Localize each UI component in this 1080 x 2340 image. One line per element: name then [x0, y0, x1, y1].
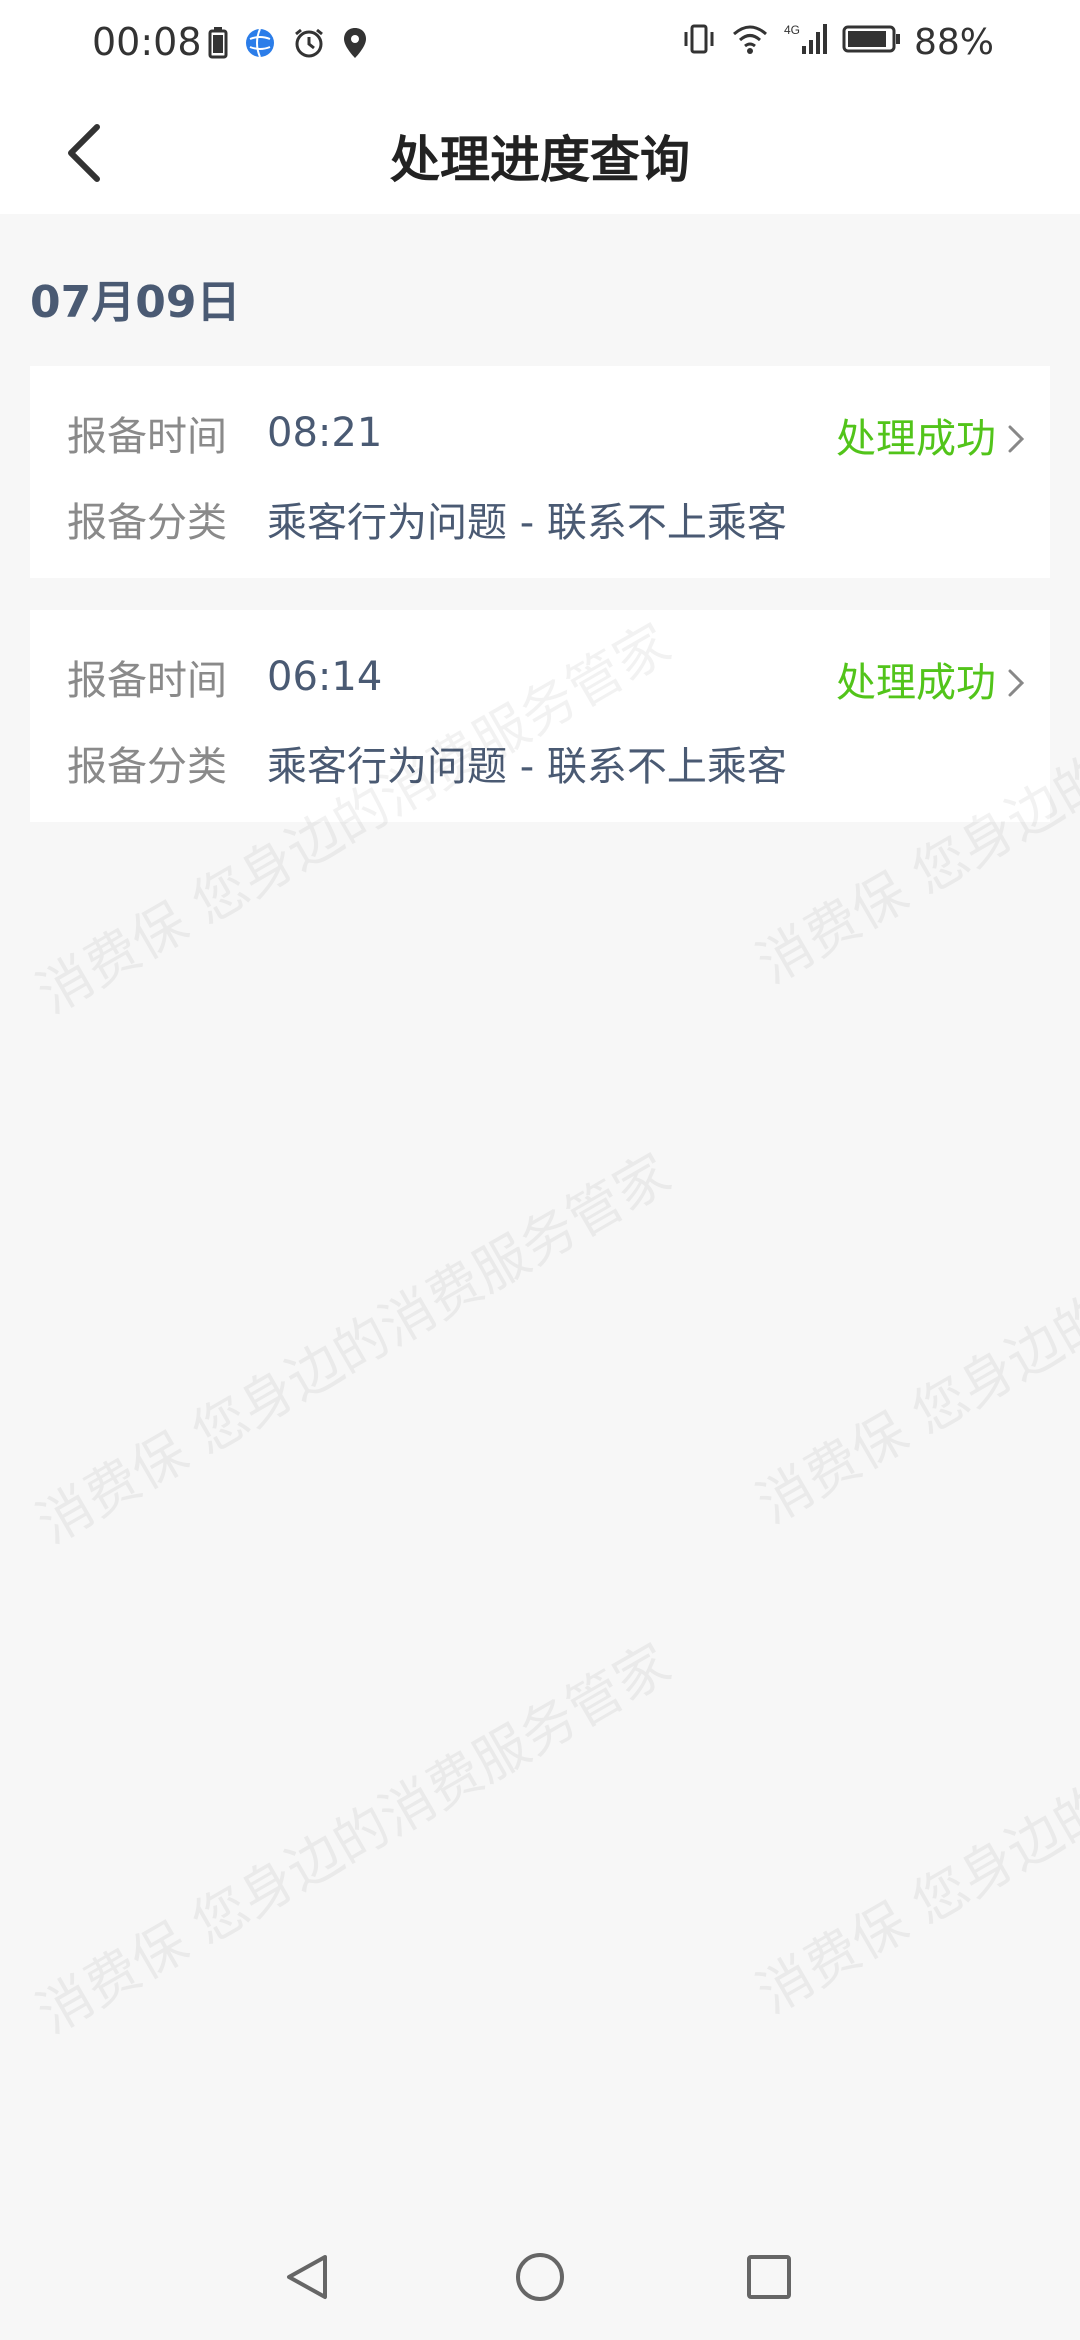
wifi-icon: [730, 22, 770, 60]
alarm-icon: [292, 26, 326, 64]
status-text: 处理成功: [836, 416, 996, 462]
chevron-right-icon: [1004, 419, 1028, 453]
date-header: 07月09日: [30, 277, 241, 328]
page-title: 处理进度查询: [390, 131, 690, 189]
system-nav-bar: [0, 2220, 1080, 2340]
vibrate-icon: [682, 22, 716, 60]
svg-text:4G: 4G: [784, 23, 800, 37]
battery-icon: [842, 22, 902, 60]
nav-recents-button[interactable]: [734, 2244, 804, 2314]
watermark-text: 消费保 您身边的消费服务管家: [26, 1141, 681, 1556]
time-label: 报备时间: [67, 414, 227, 460]
status-link[interactable]: 处理成功: [836, 650, 1028, 708]
signal-4g-icon: 4G: [784, 22, 828, 60]
category-label: 报备分类: [67, 744, 227, 790]
category-label: 报备分类: [67, 500, 227, 546]
triangle-back-icon: [279, 2249, 335, 2309]
status-text: 处理成功: [836, 660, 996, 706]
watermark-text: 消费保 您身边的消费服务管家: [746, 1611, 1080, 2026]
square-recents-icon: [741, 2249, 797, 2309]
status-icons-left: [208, 26, 368, 64]
progress-card[interactable]: 报备时间 06:14 处理成功 报备分类 乘客行为问题 - 联系不上乘客: [30, 610, 1050, 822]
watermark-text: 消费保 您身边的消费服务管家: [26, 1631, 681, 2046]
battery-percent: 88%: [913, 22, 994, 63]
time-value: 06:14: [267, 654, 383, 700]
status-bar: 00:08 4G 88%: [0, 0, 1080, 90]
browser-icon: [244, 27, 276, 63]
progress-card[interactable]: 报备时间 08:21 处理成功 报备分类 乘客行为问题 - 联系不上乘客: [30, 366, 1050, 578]
location-icon: [342, 26, 368, 64]
status-time: 00:08: [92, 20, 202, 64]
battery-saver-icon: [208, 27, 228, 63]
category-value: 乘客行为问题 - 联系不上乘客: [267, 500, 787, 546]
time-label: 报备时间: [67, 658, 227, 704]
chevron-right-icon: [1004, 663, 1028, 697]
category-value: 乘客行为问题 - 联系不上乘客: [267, 744, 787, 790]
nav-back-button[interactable]: [272, 2244, 342, 2314]
nav-header: 处理进度查询: [0, 90, 1080, 214]
nav-home-button[interactable]: [505, 2244, 575, 2314]
watermark-text: 消费保 您身边的消费服务管家: [746, 1121, 1080, 1536]
time-value: 08:21: [267, 410, 383, 456]
watermark-overlay: 消费保 您身边的消费服务管家 消费保 您身边的消费服务管家 消费保 您身边的消费…: [0, 0, 1080, 2340]
circle-home-icon: [512, 2249, 568, 2309]
status-link[interactable]: 处理成功: [836, 406, 1028, 464]
status-icons-right: 4G: [682, 22, 902, 60]
